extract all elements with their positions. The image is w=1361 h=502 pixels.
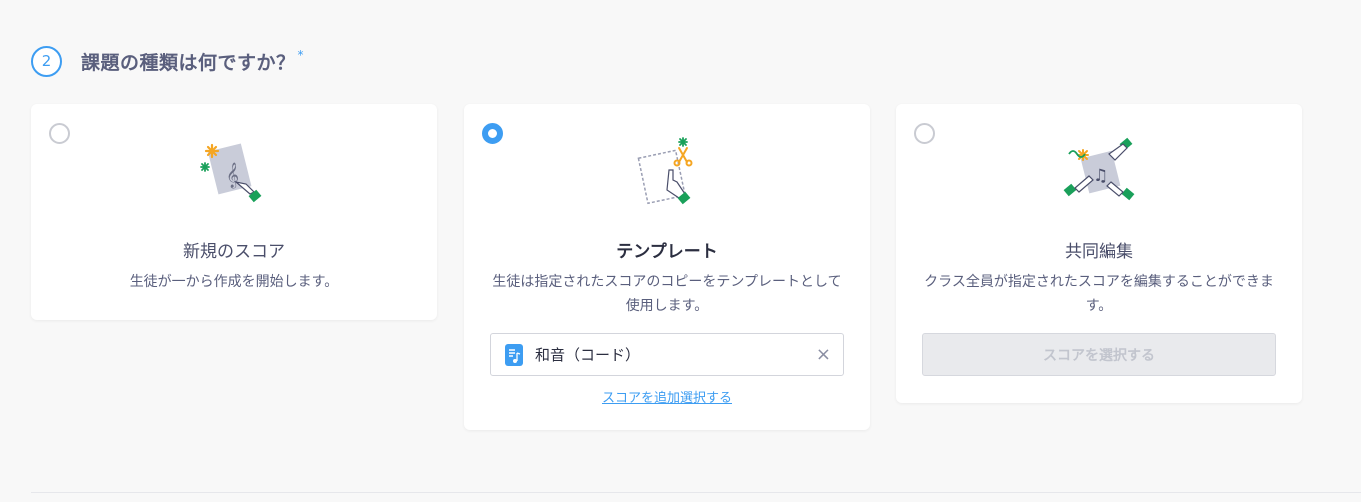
- radio-collaborate[interactable]: [914, 123, 935, 144]
- add-score-link[interactable]: スコアを追加選択する: [464, 387, 870, 406]
- collaborate-illustration-icon: ♫: [1063, 137, 1135, 201]
- option-description: 生徒は指定されたスコアのコピーをテンプレートとして使用します。: [492, 274, 842, 314]
- radio-template[interactable]: [482, 123, 503, 144]
- option-card-template[interactable]: テンプレート 生徒は指定されたスコアのコピーをテンプレートとして使用します。 和…: [464, 104, 870, 430]
- step-header: 2 課題の種類は何ですか？ *: [31, 44, 304, 78]
- score-file-icon: [505, 343, 523, 366]
- question-title: 課題の種類は何ですか？: [81, 51, 296, 74]
- svg-text:♫: ♫: [1093, 166, 1108, 186]
- select-score-button[interactable]: スコアを選択する: [922, 333, 1276, 376]
- selected-score-name: 和音（コード）: [535, 346, 641, 364]
- step-number-badge: 2: [31, 45, 62, 77]
- option-card-collaborate[interactable]: ♫ 共同編集 クラス全員が指定されたスコアを編集することができます。 スコアを選…: [896, 104, 1302, 403]
- option-title: テンプレート: [616, 242, 718, 262]
- option-description: クラス全員が指定されたスコアを編集することができます。: [924, 274, 1274, 314]
- option-title: 共同編集: [1065, 242, 1133, 262]
- required-marker: *: [297, 48, 304, 62]
- svg-text:𝄞: 𝄞: [226, 162, 239, 188]
- option-title: 新規のスコア: [183, 242, 285, 262]
- template-illustration-icon: [637, 137, 693, 205]
- radio-new-score[interactable]: [49, 123, 70, 144]
- selected-score-field: 和音（コード） ×: [490, 333, 844, 376]
- section-divider: [31, 492, 1361, 493]
- option-card-new-score[interactable]: 𝄞 新規のスコア 生徒が一から作成を開始します。: [31, 104, 437, 320]
- option-description: 生徒が一から作成を開始します。: [129, 274, 339, 290]
- remove-score-icon[interactable]: ×: [816, 344, 831, 365]
- new-score-illustration-icon: 𝄞: [200, 143, 262, 203]
